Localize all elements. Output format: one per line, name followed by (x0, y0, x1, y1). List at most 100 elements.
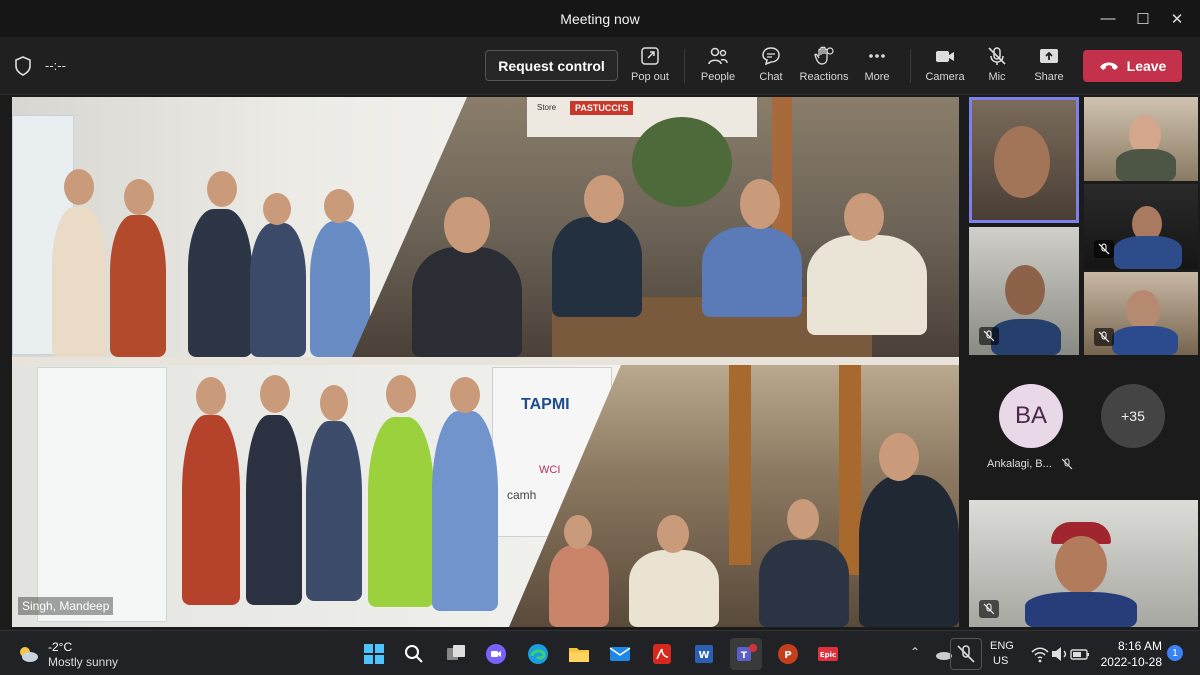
search-button[interactable] (398, 638, 430, 670)
participant-gallery: BA +35 Ankalagi, B... (969, 97, 1198, 627)
share-button[interactable]: Share (1022, 45, 1076, 89)
pastuccis-sign: PASTUCCI'S (570, 101, 634, 115)
windows-logo-icon (364, 644, 384, 664)
teams-app-active[interactable]: T (730, 638, 762, 670)
partly-sunny-icon (20, 647, 38, 662)
mic-off-icon (983, 603, 995, 615)
tray-overflow-chevron-icon[interactable]: ⌃ (910, 645, 920, 659)
presenter-name-tag: Singh, Mandeep (18, 597, 114, 615)
window-title: Meeting now (560, 10, 640, 27)
svg-text:P: P (784, 650, 791, 661)
store-sign: Store (537, 103, 557, 112)
powerpoint-app[interactable]: P (772, 638, 804, 670)
request-control-button[interactable]: Request control (485, 50, 618, 81)
search-icon (405, 645, 423, 663)
storefront (527, 97, 757, 137)
mail-icon (609, 647, 631, 661)
leave-label: Leave (1126, 58, 1167, 74)
mail-app[interactable] (604, 638, 636, 670)
mic-off-icon (983, 330, 995, 342)
edge-app[interactable] (522, 638, 554, 670)
mic-label: Mic (988, 71, 1006, 83)
mic-off-badge (979, 600, 999, 618)
people-label: People (700, 71, 736, 83)
word-app[interactable]: W (688, 638, 720, 670)
mic-off-badge (1094, 328, 1114, 346)
wood-post (839, 365, 861, 575)
raise-hand-icon (814, 46, 834, 65)
toolbar-divider (684, 49, 685, 83)
participant-tile[interactable] (1084, 272, 1198, 355)
close-icon[interactable]: ✕ (1154, 0, 1200, 37)
teams-icon: T (737, 644, 757, 661)
file-explorer-app[interactable] (563, 638, 595, 670)
toolbar-divider (910, 49, 911, 83)
tapmi-logo-text: TAPMI (521, 396, 570, 413)
more-participants-button[interactable]: +35 (1101, 384, 1165, 448)
teams-meeting-window: Meeting now — ☐ ✕ --:-- Request control … (0, 0, 1200, 630)
participant-tile[interactable] (969, 227, 1079, 355)
edge-browser-icon (528, 644, 548, 664)
participant-tile-active-speaker[interactable] (969, 97, 1079, 223)
task-view-icon (447, 645, 465, 660)
svg-text:T: T (741, 651, 748, 661)
title-bar: Meeting now — ☐ ✕ (0, 0, 1200, 37)
chat-icon (762, 47, 780, 66)
mic-off-icon (1098, 331, 1110, 343)
pop-out-button[interactable]: Pop out (623, 45, 677, 89)
phone-hangup-icon (1099, 62, 1118, 70)
word-icon: W (695, 645, 713, 663)
input-language[interactable]: ENG (990, 640, 1014, 652)
wci-text: WCI (539, 464, 561, 476)
shared-screen-collage: PASTUCCI'S Store TAPMI camh WCI Singh, M… (12, 97, 959, 627)
participant-avatar-ba[interactable]: BA (999, 384, 1063, 448)
participant-tile[interactable] (1084, 184, 1198, 269)
powerpoint-icon: P (778, 644, 798, 664)
mic-off-icon (1098, 243, 1110, 255)
acrobat-app[interactable] (646, 638, 678, 670)
people-button[interactable]: People (691, 45, 745, 89)
input-region[interactable]: US (993, 655, 1008, 667)
participant-tile-self[interactable] (969, 500, 1198, 627)
reactions-button[interactable]: Reactions (797, 45, 851, 89)
camera-icon (936, 51, 954, 62)
epic-app[interactable]: Epic (812, 638, 844, 670)
svg-text:Epic: Epic (820, 651, 836, 659)
participant-name: Ankalagi, B... (987, 458, 1052, 470)
camera-label: Camera (925, 71, 965, 83)
more-button[interactable]: More (850, 45, 904, 89)
meeting-toolbar: --:-- Request control Pop out People Cha… (0, 37, 1200, 95)
mic-off-icon (988, 47, 1006, 65)
mic-off-icon (1061, 458, 1073, 470)
share-label: Share (1034, 71, 1064, 83)
mic-off-icon (957, 645, 975, 663)
weather-widget[interactable] (12, 638, 44, 670)
task-view-button[interactable] (440, 638, 472, 670)
pop-out-label: Pop out (631, 71, 669, 83)
wood-post (729, 365, 751, 565)
teams-chat-app[interactable] (480, 638, 512, 670)
mic-off-badge (1094, 240, 1114, 258)
battery-status[interactable] (1064, 638, 1096, 670)
start-button[interactable] (358, 638, 390, 670)
meeting-timer: --:-- (45, 58, 66, 73)
taskbar-clock[interactable]: 8:16 AM (1100, 639, 1162, 653)
mic-button[interactable]: Mic (970, 45, 1024, 89)
participant-tile[interactable] (1084, 97, 1198, 181)
notification-badge[interactable]: 1 (1167, 645, 1183, 661)
camera-button[interactable]: Camera (918, 45, 972, 89)
shield-icon (15, 56, 31, 76)
chat-label: Chat (759, 71, 783, 83)
pop-out-icon (641, 47, 659, 65)
windows-taskbar: -2°C Mostly sunny W T P Epic ⌃ ENG US 8:… (0, 630, 1200, 675)
pdf-icon (653, 644, 671, 664)
battery-icon (1070, 649, 1089, 660)
leave-button[interactable]: Leave (1083, 50, 1182, 82)
share-screen-icon (1040, 49, 1058, 63)
taskbar-date[interactable]: 2022-10-28 (1100, 655, 1162, 669)
chat-button[interactable]: Chat (744, 45, 798, 89)
plant (632, 117, 732, 207)
folder-icon (569, 648, 589, 662)
more-label: More (864, 71, 890, 83)
mic-muted-tray[interactable] (950, 638, 982, 670)
